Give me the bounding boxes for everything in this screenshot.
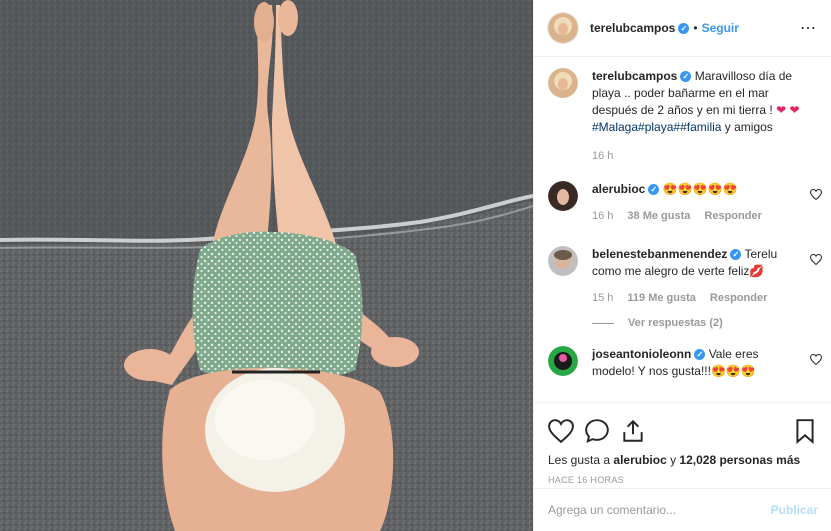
post-side-panel: terelubcampos ✓ • Seguir ⋯ terelubcampos… xyxy=(533,0,831,531)
replies-divider xyxy=(592,323,614,324)
share-icon[interactable] xyxy=(620,418,646,444)
hashtag-link[interactable]: #playa xyxy=(638,120,673,134)
caption-time: 16 h xyxy=(592,150,614,162)
post-actions: Les gusta a alerubioc y 12,028 personas … xyxy=(534,402,831,485)
post-timestamp: HACE 16 HORAS xyxy=(548,475,624,485)
likes-prefix: Les gusta a xyxy=(548,453,614,467)
verified-icon: ✓ xyxy=(694,349,706,361)
publish-button[interactable]: Publicar xyxy=(771,503,818,517)
likes-summary: Les gusta a alerubioc y 12,028 personas … xyxy=(548,453,818,467)
ellipsis-icon[interactable]: ⋯ xyxy=(800,18,817,38)
caption: terelubcampos ✓ Maravilloso día de playa … xyxy=(548,68,824,181)
comment-text: 😍😍😍😍😍 xyxy=(662,182,738,196)
add-comment-bar: Publicar xyxy=(534,488,831,531)
heart-emoji: ❤ xyxy=(776,103,787,117)
view-replies-button[interactable]: Ver respuestas (2) xyxy=(592,315,792,332)
comment-item: belenestebanmenendez ✓ Terelu como me ale… xyxy=(548,246,824,346)
verified-icon: ✓ xyxy=(680,71,692,83)
avatar[interactable] xyxy=(548,68,578,98)
avatar[interactable] xyxy=(548,246,578,276)
caption-username[interactable]: terelubcampos xyxy=(592,69,677,83)
comment-likes[interactable]: 119 Me gusta xyxy=(627,290,695,307)
hashtag-link[interactable]: #Malaga xyxy=(592,120,638,134)
comment-username[interactable]: belenestebanmenendez xyxy=(592,247,727,261)
comment-username[interactable]: alerubioc xyxy=(592,182,645,196)
comment-input[interactable] xyxy=(548,503,771,517)
view-replies-label: Ver respuestas (2) xyxy=(628,317,723,329)
post-photo[interactable] xyxy=(0,0,533,531)
likes-count[interactable]: 12,028 personas más xyxy=(679,453,800,467)
comment-item: joseantonioleonn ✓ Vale eres modelo! Y no… xyxy=(548,346,824,380)
heart-icon[interactable] xyxy=(810,254,822,265)
reply-button[interactable]: Responder xyxy=(704,208,761,225)
comments-list: terelubcampos ✓ Maravilloso día de playa … xyxy=(548,68,824,380)
comment-likes[interactable]: 38 Me gusta xyxy=(627,208,690,225)
verified-icon: ✓ xyxy=(678,22,690,34)
caption-tail: y amigos xyxy=(721,120,773,134)
follow-button[interactable]: Seguir xyxy=(702,21,739,35)
verified-icon: ✓ xyxy=(730,249,742,261)
avatar[interactable] xyxy=(548,346,578,376)
reply-button[interactable]: Responder xyxy=(710,290,767,307)
avatar[interactable] xyxy=(548,13,578,43)
heart-icon[interactable] xyxy=(810,189,822,200)
comment-time: 16 h xyxy=(592,210,614,222)
action-icons xyxy=(548,411,818,451)
heart-icon[interactable] xyxy=(810,354,822,365)
comment-username[interactable]: joseantonioleonn xyxy=(592,347,691,361)
bookmark-icon[interactable] xyxy=(792,418,818,444)
comment-time: 15 h xyxy=(592,292,614,304)
hashtag-link[interactable]: #familia xyxy=(680,120,721,134)
like-heart-icon[interactable] xyxy=(548,418,574,444)
likes-middle: y xyxy=(666,453,680,467)
post-header: terelubcampos ✓ • Seguir ⋯ xyxy=(534,0,831,57)
header-username[interactable]: terelubcampos xyxy=(590,21,675,35)
likes-first-user[interactable]: alerubioc xyxy=(613,453,666,467)
separator-dot: • xyxy=(693,21,698,35)
avatar[interactable] xyxy=(548,181,578,211)
comment-bubble-icon[interactable] xyxy=(584,418,610,444)
verified-icon: ✓ xyxy=(648,184,660,196)
heart-emoji: ❤ xyxy=(789,103,800,117)
comment-item: alerubioc ✓ 😍😍😍😍😍 16 h 38 Me gusta Respon… xyxy=(548,181,824,246)
